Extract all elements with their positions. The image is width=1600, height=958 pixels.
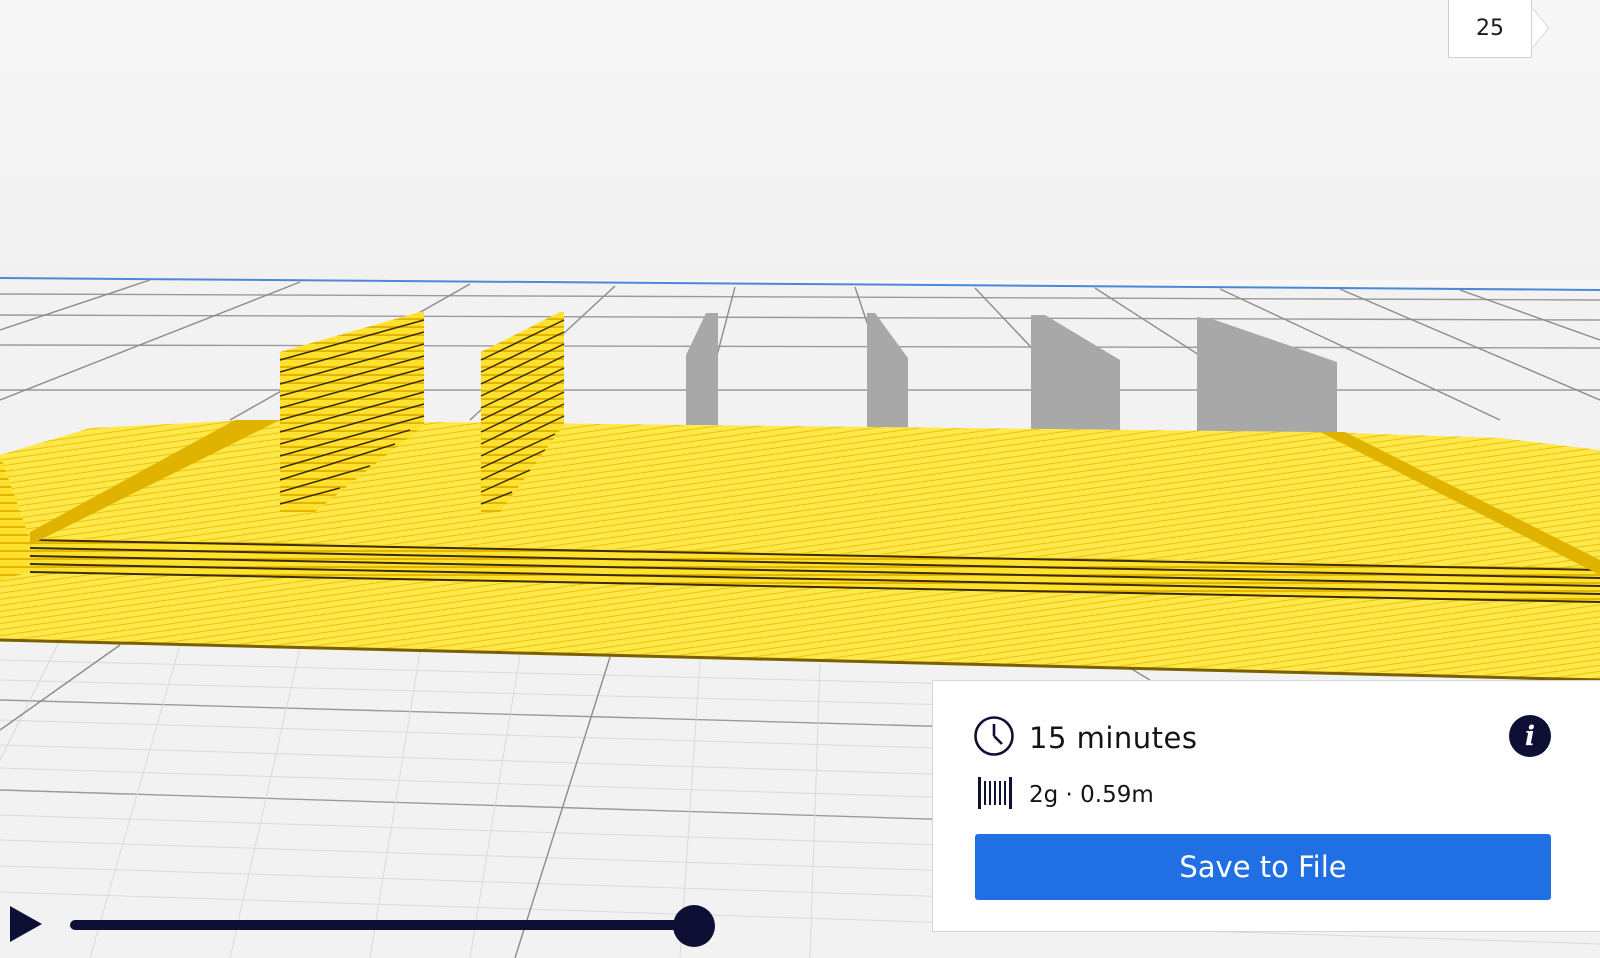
clock-icon (973, 715, 1015, 761)
current-layer-number: 25 (1476, 16, 1504, 41)
play-icon (10, 906, 42, 942)
save-to-file-button[interactable]: Save to File (975, 834, 1551, 900)
simulation-progress-track[interactable] (70, 920, 694, 930)
info-icon: i (1524, 720, 1536, 752)
material-usage: 2g · 0.59m (1029, 782, 1154, 808)
play-button[interactable] (8, 904, 44, 944)
info-button[interactable]: i (1509, 715, 1551, 757)
print-info-panel: 15 minutes i 2g · 0.59m Save to File (932, 680, 1600, 932)
current-layer-indicator[interactable]: 25 (1448, 0, 1532, 58)
save-to-file-label: Save to File (1179, 850, 1347, 884)
printed-base (0, 420, 1600, 682)
material-usage-row: 2g · 0.59m (977, 775, 1154, 815)
spool-icon (977, 775, 1013, 815)
print-time-row: 15 minutes (973, 715, 1198, 761)
background (0, 0, 1600, 280)
simulation-progress-handle[interactable] (673, 905, 715, 947)
print-time-estimate: 15 minutes (1029, 721, 1198, 755)
